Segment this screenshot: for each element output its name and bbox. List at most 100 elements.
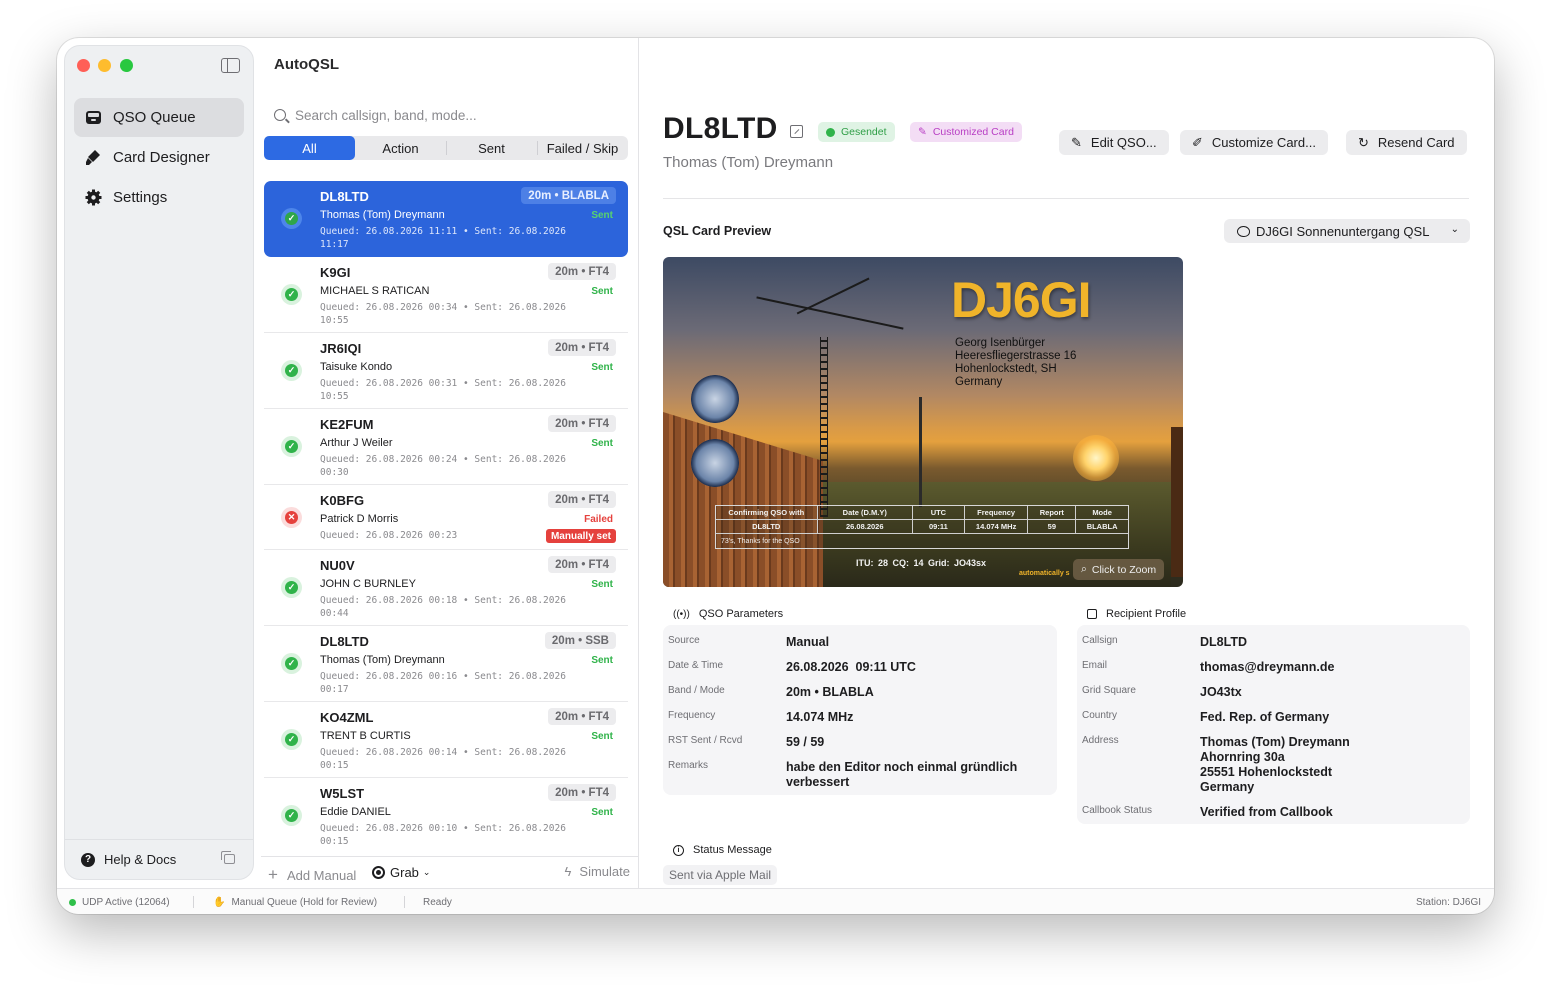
filter-sent[interactable]: Sent: [446, 136, 537, 160]
filter-action[interactable]: Action: [355, 136, 446, 160]
band-badge: 20m • FT4: [548, 784, 616, 801]
filter-failed-skip[interactable]: Failed / Skip: [537, 136, 628, 160]
param-value: 14.074 MHz: [786, 710, 854, 724]
recipient-value: Verified from Callbook: [1200, 805, 1333, 819]
param-value: 26.08.2026 09:11 UTC: [786, 660, 916, 674]
simulate-label: Simulate: [579, 864, 630, 879]
recipient-header: Recipient Profile: [1087, 608, 1186, 620]
list-item[interactable]: ✓ DL8LTD Thomas (Tom) Dreymann Queued: 2…: [264, 181, 628, 257]
list-item[interactable]: ✓ NU0V JOHN C BURNLEY Queued: 26.08.2026…: [264, 550, 628, 626]
recipient-value: thomas@dreymann.de: [1200, 660, 1335, 674]
sidebar-item-qso-queue[interactable]: QSO Queue: [74, 98, 244, 137]
divider: [404, 896, 405, 908]
card-table-cell: Confirming QSO with: [716, 506, 818, 519]
customize-card-button[interactable]: ✐ Customize Card...: [1180, 130, 1328, 155]
simulate-button[interactable]: ϟ Simulate: [565, 864, 630, 879]
list-item[interactable]: ✕ K0BFG Patrick D Morris Queued: 26.08.2…: [264, 485, 628, 550]
card-note: 73's, Thanks for the QSO: [721, 537, 800, 545]
check-circle-icon: ✓: [281, 208, 302, 229]
status-message-title: Status Message: [693, 844, 772, 856]
card-table-cell: 09:11: [913, 520, 965, 533]
copy-icon[interactable]: [221, 851, 235, 864]
sidebar-toggle-icon[interactable]: [221, 58, 240, 73]
station-status: Station: DJ6GI: [1415, 897, 1481, 908]
qso-params-panel: Source Manual Date & Time 26.08.2026 09:…: [663, 625, 1057, 795]
detail-callsign: DL8LTD: [663, 112, 778, 145]
sidebar-item-settings[interactable]: Settings: [74, 178, 244, 217]
card-antenna-beam: [796, 277, 870, 314]
filter-all[interactable]: All: [264, 136, 355, 160]
row-name: JOHN C BURNLEY: [320, 578, 416, 590]
check-dot-icon: [826, 127, 835, 137]
record-icon: [372, 866, 385, 879]
zoom-window-button[interactable]: [120, 59, 133, 72]
list-item[interactable]: ✓ KE2FUM Arthur J Weiler Queued: 26.08.2…: [264, 409, 628, 485]
param-label: Date & Time: [668, 660, 724, 671]
add-manual-button[interactable]: + Add Manual: [268, 865, 356, 885]
resend-card-label: Resend Card: [1377, 135, 1455, 150]
card-seal-logo: [691, 439, 739, 487]
recipient-value: Thomas (Tom) Dreymann Ahornring 30a 2555…: [1200, 735, 1350, 794]
card-table-cell: 14.074 MHz: [965, 520, 1029, 533]
search-icon: [274, 109, 286, 121]
minimize-window-button[interactable]: [98, 59, 111, 72]
card-table-row: DL8LTD 26.08.2026 09:11 14.074 MHz 59 BL…: [716, 520, 1128, 534]
help-docs-button[interactable]: ? Help & Docs: [65, 839, 253, 879]
row-name: Eddie DANIEL: [320, 806, 391, 818]
card-barn-right: [1171, 427, 1183, 577]
app-title: AutoQSL: [274, 56, 339, 73]
external-link-icon[interactable]: [790, 125, 803, 138]
search-input[interactable]: Search callsign, band, mode...: [269, 104, 627, 126]
template-select[interactable]: DJ6GI Sonnenuntergang QSL ⌄: [1224, 219, 1470, 243]
edit-qso-button[interactable]: ✎ Edit QSO...: [1059, 130, 1169, 155]
queue-mode-label: Manual Queue (Hold for Review): [231, 897, 378, 908]
param-label: Frequency: [668, 710, 716, 721]
row-meta: Queued: 26.08.2026 00:16 • Sent: 26.08.2…: [320, 671, 566, 695]
list-item[interactable]: ✓ K9GI MICHAEL S RATICAN Queued: 26.08.2…: [264, 257, 628, 333]
recipient-label: Callbook Status: [1082, 805, 1153, 816]
list-item[interactable]: ✓ DL8LTD Thomas (Tom) Dreymann Queued: 2…: [264, 626, 628, 702]
queue-mode-status: ✋ Manual Queue (Hold for Review): [213, 897, 377, 908]
param-value: habe den Editor noch einmal gründlich ve…: [786, 760, 1018, 789]
sidebar-item-card-designer[interactable]: Card Designer: [74, 138, 244, 177]
magnifier-icon: ⌕: [1081, 563, 1087, 575]
row-state: Sent: [591, 362, 613, 373]
tray-icon: [84, 109, 102, 127]
recipient-label: Email: [1082, 660, 1108, 671]
card-seal-logo: [691, 375, 739, 423]
resend-card-button[interactable]: ↻ Resend Card: [1346, 130, 1467, 155]
row-state: Sent: [591, 655, 613, 666]
list-item[interactable]: ✓ KO4ZML TRENT B CURTIS Queued: 26.08.20…: [264, 702, 628, 778]
brush-icon: [84, 149, 102, 167]
qsl-card-preview[interactable]: DJ6GI Georg Isenbürger Heeresfliegerstra…: [663, 257, 1183, 587]
param-label: Remarks: [668, 760, 709, 771]
row-meta: Queued: 26.08.2026 00:14 • Sent: 26.08.2…: [320, 747, 566, 771]
pencil-icon: ✎: [1071, 134, 1082, 150]
band-badge: 20m • SSB: [544, 632, 616, 649]
param-label: Source: [668, 635, 700, 646]
help-docs-label: Help & Docs: [104, 852, 177, 867]
row-callsign: KE2FUM: [320, 417, 374, 432]
hand-icon: ✋: [213, 897, 226, 908]
edit-qso-label: Edit QSO...: [1090, 135, 1157, 150]
recipient-label: Address: [1082, 735, 1119, 746]
person-card-icon: [1087, 609, 1097, 619]
check-circle-icon: ✓: [281, 284, 302, 305]
list-item[interactable]: ✓ JR6IQI Taisuke Kondo Queued: 26.08.202…: [264, 333, 628, 409]
palette-icon: [1237, 225, 1250, 237]
row-state: Failed: [584, 514, 613, 525]
close-window-button[interactable]: [77, 59, 90, 72]
row-name: TRENT B CURTIS: [320, 730, 411, 742]
recipient-label: Grid Square: [1082, 685, 1136, 696]
brush-icon: ✐: [1192, 134, 1203, 150]
param-value: Manual: [786, 635, 830, 649]
click-to-zoom-button[interactable]: ⌕ Click to Zoom: [1073, 559, 1165, 580]
grab-menu-button[interactable]: Grab ⌄: [372, 865, 430, 880]
card-antenna-mast: [820, 337, 828, 517]
list-item[interactable]: ✓ W5LST Eddie DANIEL Queued: 26.08.2026 …: [264, 778, 628, 854]
customize-card-label: Customize Card...: [1211, 135, 1316, 150]
recipient-panel: Callsign DL8LTD Email thomas@dreymann.de…: [1077, 625, 1470, 824]
preview-title: QSL Card Preview: [663, 224, 772, 238]
row-state: Sent: [591, 731, 613, 742]
refresh-icon: ↻: [1358, 134, 1369, 150]
